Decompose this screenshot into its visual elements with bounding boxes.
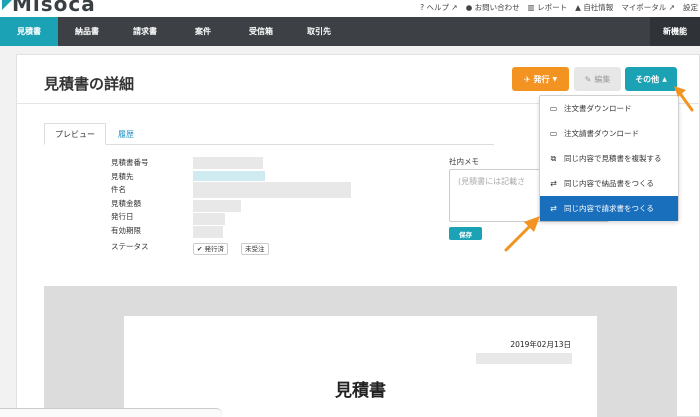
pencil-icon: ✎ <box>584 74 592 84</box>
copy-icon: ⧉ <box>550 153 557 163</box>
tab-history[interactable]: 履歴 <box>106 123 146 145</box>
menu-item-create-delivery-note[interactable]: ⇄ 同じ内容で納品書をつくる <box>540 171 678 196</box>
document-icon: ▭ <box>549 129 558 138</box>
tab-preview[interactable]: プレビュー <box>44 123 106 145</box>
exchange-icon: ⇄ <box>550 204 557 213</box>
menu-item-order-acceptance-download[interactable]: ▭ 注文請書ダウンロード <box>540 121 678 146</box>
check-circle-icon: ✔ <box>197 245 203 253</box>
nav-item-new-features[interactable]: 新機能 <box>650 17 700 46</box>
report-link[interactable]: ▥ レポート <box>528 2 567 13</box>
caret-down-icon: ▼ <box>552 75 558 83</box>
nav-item-clients[interactable]: 取引先 <box>290 17 348 46</box>
preview-date: 2019年02月13日 <box>510 340 571 349</box>
edit-button[interactable]: ✎ 編集 <box>574 67 621 91</box>
question-circle-icon: ? <box>420 3 425 12</box>
help-link[interactable]: ? ヘルプ ↗ <box>420 2 458 13</box>
nav-item-inbox[interactable]: 受信箱 <box>232 17 290 46</box>
menu-item-create-invoice[interactable]: ⇄ 同じ内容で請求書をつくる <box>540 196 678 221</box>
document-preview: 2019年02月13日 見積書 <box>44 286 677 417</box>
label-estimate-number: 見積書番号 <box>111 158 149 167</box>
bottom-scrollbar[interactable] <box>0 408 222 417</box>
label-client: 見積先 <box>111 171 134 181</box>
preview-doc-title: 見積書 <box>335 381 386 401</box>
app-logo[interactable]: Misoca <box>12 0 96 16</box>
label-expiry: 有効期限 <box>111 225 141 235</box>
company-info-link[interactable]: ▲ 自社情報 <box>575 2 613 13</box>
page-title: 見積書の詳細 <box>44 75 135 93</box>
blurred-amount <box>193 200 241 212</box>
utility-links: ? ヘルプ ↗ ● お問い合わせ ▥ レポート ▲ 自社情報 マイポータル ↗ … <box>420 2 698 13</box>
blurred-expiry <box>193 226 223 238</box>
other-dropdown-menu: ▭ 注文書ダウンロード ▭ 注文請書ダウンロード ⧉ 同じ内容で見積書を複製する… <box>539 95 679 221</box>
external-link-icon: ↗ <box>668 3 675 12</box>
detail-panel: 見積書の詳細 ✈ 発行 ▼ ✎ 編集 その他 ▲ プレビュー 履歴 見積書番号 … <box>16 54 700 417</box>
bar-chart-icon: ▥ <box>527 3 535 12</box>
document-icon: ▭ <box>549 104 558 113</box>
exchange-icon: ⇄ <box>550 179 557 188</box>
caret-up-icon: ▲ <box>662 75 667 83</box>
issue-button[interactable]: ✈ 発行 ▼ <box>512 67 569 91</box>
memo-label: 社内メモ <box>449 157 479 166</box>
label-issue-date: 発行日 <box>111 212 134 221</box>
blurred-doc-number <box>476 353 572 364</box>
detail-labels: 見積書番号 見積先 件名 見積金額 発行日 有効期限 ステータス <box>111 156 149 254</box>
person-icon: ▲ <box>575 3 581 12</box>
blurred-subject <box>193 182 351 198</box>
logo-mark-icon <box>2 0 12 10</box>
menu-item-duplicate-estimate[interactable]: ⧉ 同じ内容で見積書を複製する <box>540 146 678 171</box>
annotation-arrow-bottom-icon <box>504 216 540 252</box>
preview-paper: 2019年02月13日 見積書 <box>124 316 597 417</box>
label-amount: 見積金額 <box>111 198 141 208</box>
top-utility-bar: Misoca ? ヘルプ ↗ ● お問い合わせ ▥ レポート ▲ 自社情報 マイ… <box>0 0 700 17</box>
tab-underline <box>44 144 494 145</box>
nav-item-projects[interactable]: 案件 <box>174 17 232 46</box>
contact-link[interactable]: ● お問い合わせ <box>466 2 520 13</box>
menu-item-order-download[interactable]: ▭ 注文書ダウンロード <box>540 96 678 121</box>
main-nav: 見積書 納品書 請求書 案件 受信箱 取引先 新機能 <box>0 17 700 46</box>
settings-link[interactable]: 設定 <box>683 2 698 13</box>
nav-item-delivery-notes[interactable]: 納品書 <box>58 17 116 46</box>
other-button[interactable]: その他 ▲ <box>625 67 677 91</box>
nav-item-invoices[interactable]: 請求書 <box>116 17 174 46</box>
speech-bubble-icon: ● <box>465 3 473 12</box>
my-portal-link[interactable]: マイポータル ↗ <box>621 2 675 13</box>
label-status: ステータス <box>111 242 149 251</box>
status-badge-not-ordered: 未受注 <box>241 243 269 255</box>
status-badge-issued: ✔ 発行済 <box>193 243 228 255</box>
memo-save-button[interactable]: 保存 <box>449 227 482 240</box>
blurred-client <box>193 171 265 181</box>
paper-plane-icon: ✈ <box>523 74 531 84</box>
blurred-issue-date <box>193 213 225 225</box>
nav-item-estimates[interactable]: 見積書 <box>0 17 58 46</box>
annotation-arrow-top-icon <box>674 86 694 112</box>
label-subject: 件名 <box>111 185 126 194</box>
blurred-estimate-number <box>193 157 263 169</box>
